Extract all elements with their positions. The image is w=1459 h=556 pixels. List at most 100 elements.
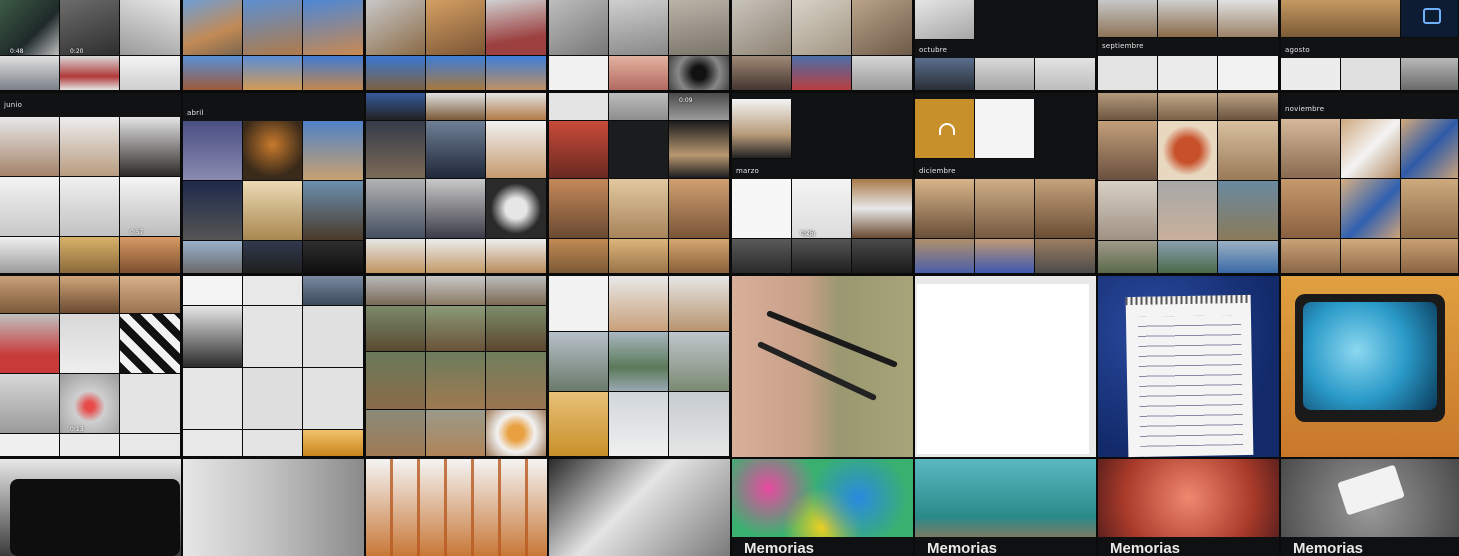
photo-thumb[interactable] — [1098, 56, 1158, 91]
photo-thumb[interactable] — [792, 0, 852, 56]
photo-thumb[interactable] — [303, 241, 364, 274]
photo-thumb[interactable] — [1341, 239, 1401, 274]
photo-thumb[interactable] — [303, 430, 364, 457]
photo-thumb[interactable] — [549, 93, 609, 121]
photo-thumb[interactable] — [243, 181, 303, 241]
photo-thumb[interactable] — [1341, 179, 1401, 239]
photo-thumb[interactable] — [366, 239, 426, 274]
photo-thumb[interactable] — [609, 56, 669, 91]
collage-tile[interactable]: diciembre — [915, 93, 1096, 274]
photo-thumb[interactable] — [1341, 58, 1401, 91]
photo-thumb[interactable] — [1035, 239, 1096, 274]
photo-thumb[interactable] — [183, 181, 243, 241]
photo-thumb[interactable] — [609, 276, 669, 332]
photo-thumb[interactable] — [1341, 119, 1401, 179]
photo-thumb[interactable] — [1218, 121, 1279, 181]
photo-thumb[interactable] — [303, 276, 364, 306]
photo-thumb[interactable] — [1401, 58, 1459, 91]
photo-thumb[interactable] — [975, 58, 1035, 91]
photo-thumb[interactable] — [1218, 56, 1279, 91]
photo-thumb[interactable] — [852, 239, 913, 274]
photo-thumb[interactable] — [669, 56, 730, 91]
collage-tile[interactable]: septiembre — [1098, 0, 1279, 91]
photo-thumb[interactable] — [366, 179, 426, 239]
photo-thumb[interactable] — [1401, 179, 1459, 239]
photo-thumb[interactable] — [1098, 241, 1158, 274]
photo-thumb[interactable] — [0, 276, 60, 314]
photo-thumb[interactable] — [366, 410, 426, 457]
photo-thumb[interactable] — [0, 434, 60, 457]
photo-thumb[interactable] — [1281, 58, 1341, 91]
photo-thumb[interactable] — [486, 179, 547, 239]
photo-thumb[interactable] — [243, 56, 303, 91]
photo-thumb[interactable] — [1158, 121, 1218, 181]
memory-card[interactable]: Memorias — [1098, 459, 1279, 556]
photo-thumb[interactable] — [183, 121, 243, 181]
photo-thumb[interactable] — [1218, 93, 1279, 121]
photo-tile[interactable] — [0, 459, 181, 556]
photo-thumb[interactable] — [183, 56, 243, 91]
photo-thumb[interactable] — [1281, 119, 1341, 179]
photo-thumb[interactable] — [609, 179, 669, 239]
photo-thumb[interactable] — [1281, 179, 1341, 239]
photo-thumb[interactable] — [609, 121, 669, 179]
photo-thumb[interactable] — [243, 368, 303, 430]
photo-thumb[interactable] — [426, 93, 486, 121]
photo-thumb[interactable] — [303, 306, 364, 368]
photo-thumb[interactable] — [120, 0, 181, 56]
photo-thumb[interactable] — [183, 0, 243, 56]
photo-thumb[interactable] — [852, 179, 913, 239]
photo-thumb[interactable] — [486, 306, 547, 352]
memory-card[interactable]: Memorias — [915, 459, 1096, 556]
photo-thumb[interactable] — [852, 56, 913, 91]
photo-thumb[interactable] — [1158, 181, 1218, 241]
photo-thumb[interactable] — [792, 239, 852, 274]
photo-thumb[interactable] — [852, 0, 913, 56]
photo-thumb[interactable] — [243, 276, 303, 306]
photo-thumb[interactable] — [120, 374, 181, 434]
photo-thumb[interactable] — [1281, 239, 1341, 274]
photo-thumb[interactable] — [486, 239, 547, 274]
photo-thumb[interactable] — [183, 276, 243, 306]
photo-thumb[interactable] — [366, 93, 426, 121]
photo-thumb[interactable] — [1158, 0, 1218, 38]
photo-thumb[interactable] — [426, 410, 486, 457]
photo-thumb[interactable] — [549, 179, 609, 239]
photo-thumb[interactable] — [975, 239, 1035, 274]
photo-thumb[interactable] — [915, 58, 975, 91]
photo-thumb[interactable] — [120, 177, 181, 237]
photo-thumb[interactable] — [366, 352, 426, 410]
photo-thumb[interactable] — [60, 237, 120, 274]
photo-thumb[interactable] — [60, 177, 120, 237]
photo-thumb[interactable] — [120, 237, 181, 274]
collage-tile[interactable] — [1098, 93, 1279, 274]
photo-thumb[interactable] — [0, 56, 60, 91]
photo-thumb[interactable] — [426, 239, 486, 274]
photo-thumb[interactable] — [549, 332, 609, 392]
photo-thumb[interactable] — [120, 314, 181, 374]
photo-thumb[interactable] — [0, 177, 60, 237]
photo-thumb[interactable] — [549, 121, 609, 179]
photo-thumb[interactable] — [1401, 239, 1459, 274]
photo-thumb[interactable] — [303, 368, 364, 430]
photo-thumb[interactable] — [1098, 181, 1158, 241]
photo-thumb[interactable] — [732, 56, 792, 91]
photo-thumb[interactable] — [0, 374, 60, 434]
photo-thumb[interactable] — [732, 0, 792, 56]
photo-thumb[interactable] — [549, 276, 609, 332]
photo-thumb[interactable] — [243, 241, 303, 274]
photo-thumb[interactable] — [792, 56, 852, 91]
photo-thumb[interactable] — [243, 0, 303, 56]
photo-thumb[interactable] — [486, 93, 547, 121]
photo-thumb[interactable] — [60, 0, 120, 56]
photo-thumb[interactable] — [60, 434, 120, 457]
photo-tile[interactable] — [732, 276, 913, 457]
collage-tile[interactable] — [183, 0, 364, 91]
collage-tile[interactable] — [366, 0, 547, 91]
photo-thumb[interactable] — [183, 306, 243, 368]
photo-thumb[interactable] — [183, 241, 243, 274]
photo-thumb[interactable] — [60, 374, 120, 434]
photo-thumb[interactable] — [486, 56, 547, 91]
collage-tile[interactable]: junio 0:57 — [0, 93, 181, 274]
photo-tile[interactable] — [183, 459, 364, 556]
